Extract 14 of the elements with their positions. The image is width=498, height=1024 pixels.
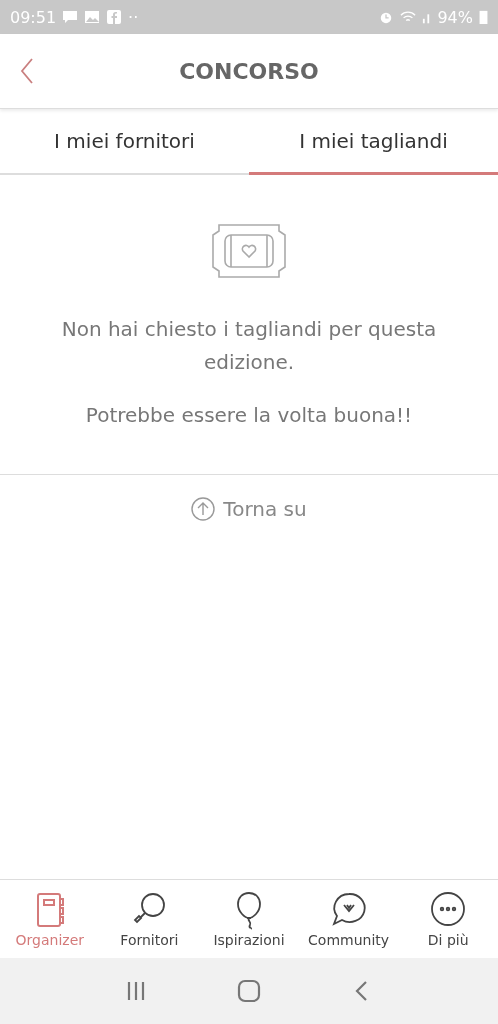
more-notifications: ·· — [128, 7, 139, 27]
empty-hint: Potrebbe essere la volta buona!! — [85, 402, 413, 429]
image-icon — [84, 10, 101, 24]
battery-icon — [479, 10, 488, 24]
arrow-up-icon — [191, 497, 216, 521]
ticket-icon — [211, 223, 287, 279]
page-title: CONCORSO — [179, 58, 319, 84]
wifi-icon — [400, 10, 417, 24]
back-to-top-link[interactable]: Torna su — [191, 497, 307, 521]
empty-message: Non hai chiesto i tagliandi per questa edizione. — [60, 316, 438, 376]
back-icon[interactable] — [20, 57, 34, 85]
home-icon[interactable] — [237, 979, 261, 1003]
social-icon — [106, 10, 123, 24]
message-icon — [62, 10, 79, 24]
